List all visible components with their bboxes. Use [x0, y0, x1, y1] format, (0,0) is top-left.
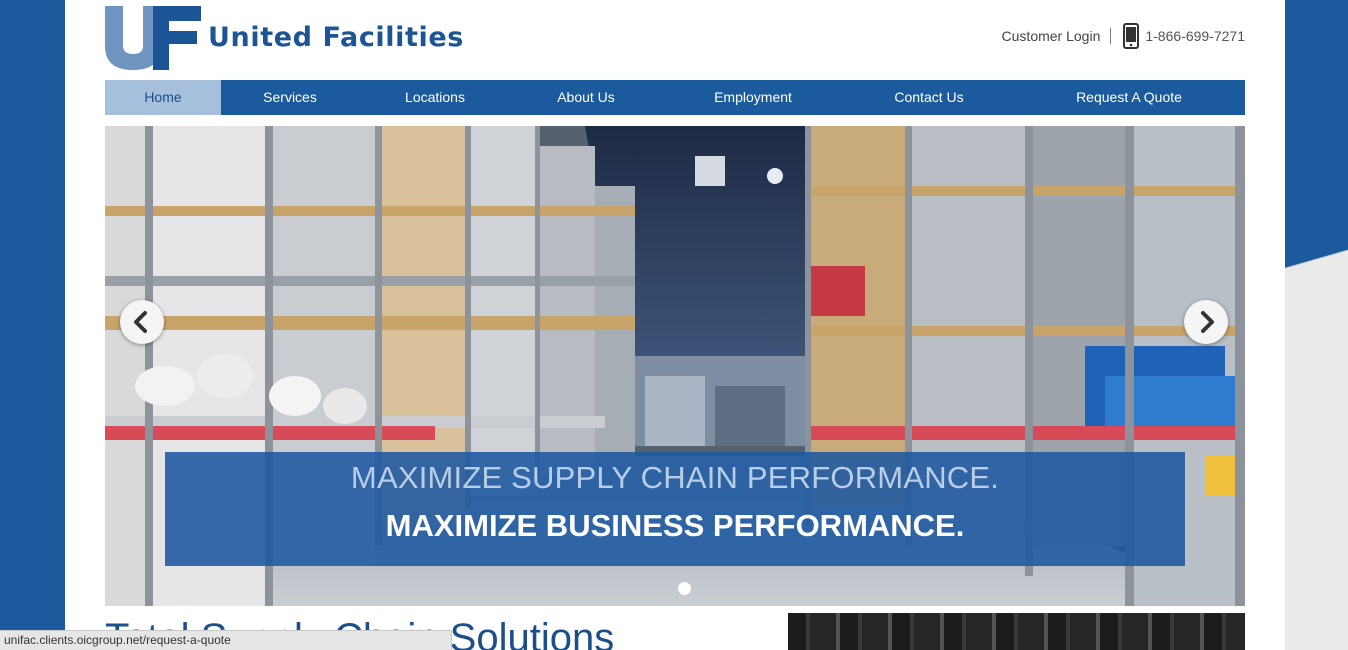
- mobile-phone-icon: [1123, 23, 1140, 49]
- chevron-left-icon: [134, 311, 147, 333]
- background-decoration: [1285, 0, 1348, 650]
- slider-dot-active[interactable]: [678, 582, 691, 595]
- nav-item-request-a-quote[interactable]: Request A Quote: [1013, 80, 1245, 115]
- nav-item-contact-us[interactable]: Contact Us: [845, 80, 1013, 115]
- nav-item-about-us[interactable]: About Us: [511, 80, 661, 115]
- divider: [1110, 28, 1112, 44]
- nav-item-locations[interactable]: Locations: [359, 80, 511, 115]
- hero-headline-2: MAXIMIZE BUSINESS PERFORMANCE.: [385, 508, 965, 543]
- hero-headline-1: MAXIMIZE SUPPLY CHAIN PERFORMANCE.: [350, 460, 1000, 495]
- nav-item-services[interactable]: Services: [221, 80, 359, 115]
- nav-item-home[interactable]: Home: [105, 80, 221, 115]
- browser-status-bar: unifac.clients.oicgroup.net/request-a-qu…: [0, 630, 452, 650]
- phone-number[interactable]: 1-866-699-7271: [1145, 28, 1245, 44]
- header-utility: Customer Login 1-866-699-7271: [1002, 22, 1245, 50]
- main-navigation: Home Services Locations About Us Employm…: [105, 80, 1245, 115]
- nav-item-employment[interactable]: Employment: [661, 80, 845, 115]
- slider-next-button[interactable]: [1184, 300, 1228, 344]
- uf-logo-mark: [105, 6, 201, 70]
- site-logo[interactable]: United Facilities: [105, 6, 475, 70]
- hero-slider: MAXIMIZE SUPPLY CHAIN PERFORMANCE. MAXIM…: [105, 126, 1245, 606]
- slider-prev-button[interactable]: [120, 300, 164, 344]
- warehouse-thumbnail: [788, 613, 1245, 650]
- chevron-right-icon: [1201, 311, 1214, 333]
- hero-caption: MAXIMIZE SUPPLY CHAIN PERFORMANCE. MAXIM…: [165, 452, 1185, 566]
- brand-name: United Facilities: [208, 22, 464, 53]
- customer-login-link[interactable]: Customer Login: [1002, 28, 1101, 44]
- page-container: United Facilities Customer Login 1-866-6…: [65, 0, 1285, 650]
